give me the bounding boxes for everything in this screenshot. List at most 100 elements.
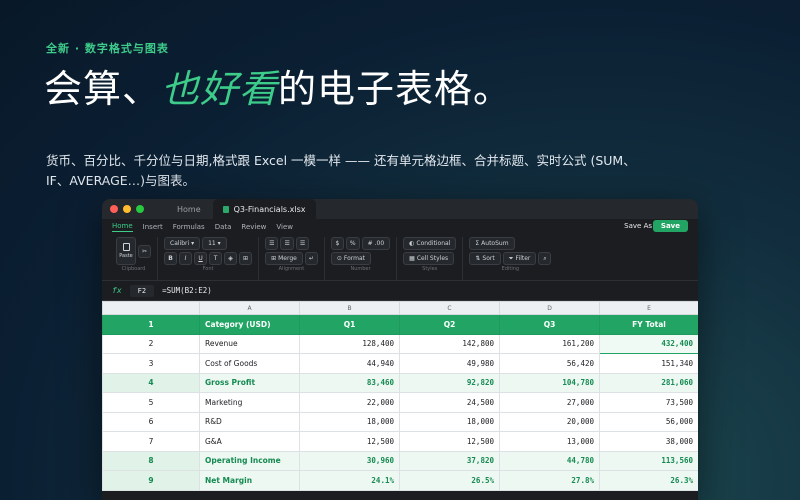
column-header-a[interactable]: A (199, 301, 300, 315)
cell[interactable]: R&D (199, 411, 300, 432)
format-button[interactable]: ⊙ Format (330, 252, 372, 265)
cell[interactable]: 56,420 (499, 353, 600, 374)
cell[interactable]: 151,340 (599, 353, 698, 374)
cell[interactable]: 128,400 (299, 333, 400, 354)
fill-color-button[interactable]: ◈ (224, 252, 238, 265)
filter-button[interactable]: ⏷ Filter (502, 252, 537, 265)
paste-button[interactable]: Paste (116, 237, 136, 265)
conditional-format-button[interactable]: ◐ Conditional (403, 237, 457, 250)
row-number[interactable]: 4 (102, 372, 200, 393)
row-number[interactable]: 7 (102, 431, 200, 452)
column-header-d[interactable]: D (499, 301, 600, 315)
cell[interactable]: 56,000 (599, 411, 698, 432)
cell[interactable]: Net Margin (199, 470, 300, 491)
row-number[interactable]: 1 (102, 314, 200, 335)
align-left-button[interactable]: ☰ (265, 237, 279, 250)
column-header-c[interactable]: C (399, 301, 500, 315)
save-as-button[interactable]: Save As (624, 222, 652, 230)
cell[interactable]: Operating Income (199, 450, 300, 471)
cell[interactable]: Q2 (399, 314, 500, 335)
cell[interactable]: 44,780 (499, 450, 600, 471)
italic-button[interactable]: I (179, 252, 193, 265)
cell[interactable]: 113,560 (599, 450, 698, 471)
row-number[interactable]: 3 (102, 353, 200, 374)
cell[interactable]: Q1 (299, 314, 400, 335)
percent-button[interactable]: % (345, 237, 360, 250)
cell[interactable]: 27.8% (499, 470, 600, 491)
row-number[interactable]: 5 (102, 392, 200, 413)
tab-home[interactable]: Home (165, 205, 213, 214)
cell[interactable]: 20,000 (499, 411, 600, 432)
cell[interactable]: Category (USD) (199, 314, 300, 335)
cell[interactable]: 27,000 (499, 392, 600, 413)
cell[interactable]: 83,460 (299, 372, 400, 393)
cell[interactable]: 12,500 (299, 431, 400, 452)
align-right-button[interactable]: ☰ (295, 237, 310, 250)
column-header-e[interactable]: E (599, 301, 698, 315)
cell[interactable]: 30,960 (299, 450, 400, 471)
cell[interactable]: Q3 (499, 314, 600, 335)
cell[interactable]: 92,820 (399, 372, 500, 393)
minimize-window-button[interactable] (123, 205, 131, 213)
cell[interactable]: 13,000 (499, 431, 600, 452)
menu-formulas[interactable]: Formulas (173, 223, 205, 231)
cell[interactable]: 26.3% (599, 470, 698, 491)
cell[interactable]: 24,500 (399, 392, 500, 413)
cell[interactable]: 26.5% (399, 470, 500, 491)
row-number[interactable]: 9 (102, 470, 200, 491)
decimal-button[interactable]: # .00 (361, 237, 391, 250)
align-center-button[interactable]: ☰ (280, 237, 294, 250)
cell[interactable]: 104,780 (499, 372, 600, 393)
row-number[interactable]: 8 (102, 450, 200, 471)
row-number[interactable]: 2 (102, 333, 200, 354)
cell[interactable]: G&A (199, 431, 300, 452)
cell-reference-box[interactable]: F2 (129, 284, 155, 297)
save-button[interactable]: Save (652, 220, 688, 232)
menu-insert[interactable]: Insert (143, 223, 163, 231)
column-header-b[interactable]: B (299, 301, 400, 315)
cell[interactable]: 12,500 (399, 431, 500, 452)
corner-cell[interactable] (102, 301, 200, 315)
menu-review[interactable]: Review (241, 223, 266, 231)
cell[interactable]: FY Total (599, 314, 698, 335)
cell[interactable]: 24.1% (299, 470, 400, 491)
cell-styles-button[interactable]: ▦ Cell Styles (403, 252, 455, 265)
selected-cell[interactable]: 432,400 (599, 333, 698, 354)
cell[interactable]: 161,200 (499, 333, 600, 354)
cell[interactable]: 49,980 (399, 353, 500, 374)
cell[interactable]: 18,000 (299, 411, 400, 432)
cell[interactable]: Gross Profit (199, 372, 300, 393)
cut-button[interactable]: ✂ (138, 244, 152, 258)
cell[interactable]: 44,940 (299, 353, 400, 374)
find-button[interactable]: ⌕ (538, 252, 552, 265)
wrap-text-button[interactable]: ↵ (304, 252, 318, 265)
cell[interactable]: 38,000 (599, 431, 698, 452)
cell[interactable]: 73,500 (599, 392, 698, 413)
bold-button[interactable]: B (164, 252, 178, 265)
menu-view[interactable]: View (276, 223, 293, 231)
cell[interactable]: 281,060 (599, 372, 698, 393)
cell[interactable]: 37,820 (399, 450, 500, 471)
underline-button[interactable]: U (194, 252, 208, 265)
borders-button[interactable]: ⊞ (239, 252, 253, 265)
sort-button[interactable]: ⇅ Sort (469, 252, 501, 265)
merge-button[interactable]: ⊞ Merge (265, 252, 303, 265)
cell[interactable]: 18,000 (399, 411, 500, 432)
menu-data[interactable]: Data (215, 223, 232, 231)
row-number[interactable]: 6 (102, 411, 200, 432)
cell[interactable]: 142,800 (399, 333, 500, 354)
cell[interactable]: 22,000 (299, 392, 400, 413)
tab-file[interactable]: Q3-Financials.xlsx (212, 199, 316, 219)
close-window-button[interactable] (110, 205, 118, 213)
cell[interactable]: Revenue (199, 333, 300, 354)
zoom-window-button[interactable] (136, 205, 144, 213)
currency-button[interactable]: $ (330, 237, 344, 250)
text-color-button[interactable]: T (209, 252, 223, 265)
font-name-select[interactable]: Calibri ▾ (164, 237, 201, 250)
autosum-button[interactable]: Σ AutoSum (469, 237, 515, 250)
cell[interactable]: Marketing (199, 392, 300, 413)
font-size-select[interactable]: 11 ▾ (202, 237, 227, 250)
menu-home[interactable]: Home (112, 222, 133, 232)
formula-input[interactable]: =SUM(B2:E2) (162, 286, 212, 295)
cell[interactable]: Cost of Goods (199, 353, 300, 374)
